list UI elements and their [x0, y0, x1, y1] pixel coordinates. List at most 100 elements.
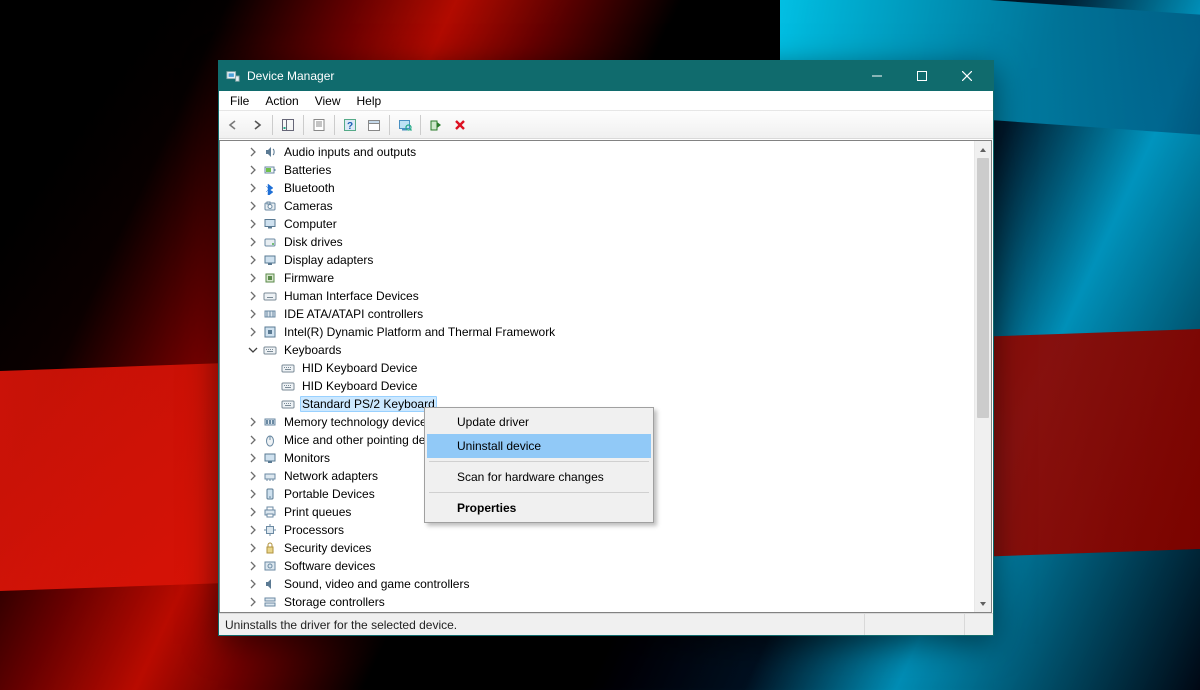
tree-node[interactable]: HID Keyboard Device — [224, 377, 991, 395]
tree-node[interactable]: Firmware — [224, 269, 991, 287]
back-button[interactable] — [222, 114, 244, 136]
properties-button[interactable] — [308, 114, 330, 136]
expander-closed-icon[interactable] — [246, 307, 260, 321]
tree-node-label: Print queues — [282, 505, 353, 519]
tree-node[interactable]: Sound, video and game controllers — [224, 575, 991, 593]
tree-node[interactable]: Storage controllers — [224, 593, 991, 611]
tree-node-label: Keyboards — [282, 343, 343, 357]
tree-node[interactable]: IDE ATA/ATAPI controllers — [224, 305, 991, 323]
expander-closed-icon[interactable] — [246, 487, 260, 501]
expander-closed-icon[interactable] — [246, 577, 260, 591]
statusbar: Uninstalls the driver for the selected d… — [219, 613, 993, 635]
tree-node-label: Portable Devices — [282, 487, 377, 501]
menu-help[interactable]: Help — [350, 93, 389, 109]
device-manager-window: Device Manager File Action View Help — [218, 60, 994, 636]
ctx-properties[interactable]: Properties — [427, 496, 651, 520]
uninstall-device-button[interactable] — [449, 114, 471, 136]
tree-node[interactable]: Batteries — [224, 161, 991, 179]
device-category-icon — [262, 216, 278, 232]
device-category-icon — [262, 594, 278, 610]
tree-node[interactable]: Security devices — [224, 539, 991, 557]
device-category-icon — [262, 162, 278, 178]
tree-node-label: HID Keyboard Device — [300, 361, 419, 375]
scroll-track[interactable] — [975, 158, 991, 595]
device-category-icon — [262, 540, 278, 556]
enable-device-button[interactable] — [425, 114, 447, 136]
ctx-uninstall-device[interactable]: Uninstall device — [427, 434, 651, 458]
status-text: Uninstalls the driver for the selected d… — [219, 614, 865, 635]
svg-text:?: ? — [347, 121, 353, 132]
tree-node-label: Software devices — [282, 559, 377, 573]
status-cell-2 — [865, 614, 965, 635]
forward-button[interactable] — [246, 114, 268, 136]
menu-action[interactable]: Action — [258, 93, 305, 109]
minimize-button[interactable] — [854, 61, 899, 91]
expander-closed-icon[interactable] — [246, 469, 260, 483]
tree-node-label: Network adapters — [282, 469, 380, 483]
tree-node[interactable]: Audio inputs and outputs — [224, 143, 991, 161]
expander-closed-icon[interactable] — [246, 253, 260, 267]
expander-closed-icon[interactable] — [246, 559, 260, 573]
expander-closed-icon[interactable] — [246, 451, 260, 465]
tree-node-label: Display adapters — [282, 253, 375, 267]
toolbar-separator — [389, 115, 390, 135]
menu-view[interactable]: View — [308, 93, 348, 109]
tree-node[interactable]: HID Keyboard Device — [224, 359, 991, 377]
menubar: File Action View Help — [219, 91, 993, 111]
tree-node-label: Cameras — [282, 199, 335, 213]
tree-node[interactable]: Keyboards — [224, 341, 991, 359]
expander-closed-icon[interactable] — [246, 181, 260, 195]
scroll-thumb[interactable] — [977, 158, 989, 418]
tree-node-label: Memory technology devices — [282, 415, 435, 429]
tree-node[interactable]: Intel(R) Dynamic Platform and Thermal Fr… — [224, 323, 991, 341]
toolbar-separator — [420, 115, 421, 135]
expander-closed-icon[interactable] — [246, 217, 260, 231]
expander-closed-icon[interactable] — [246, 325, 260, 339]
tree-node[interactable]: Cameras — [224, 197, 991, 215]
tree-node[interactable]: Processors — [224, 521, 991, 539]
ctx-separator — [429, 492, 649, 493]
expander-closed-icon[interactable] — [246, 433, 260, 447]
expander-open-icon[interactable] — [246, 343, 260, 357]
tree-node[interactable]: Human Interface Devices — [224, 287, 991, 305]
device-category-icon — [262, 414, 278, 430]
resize-grip[interactable] — [965, 614, 993, 635]
date-button[interactable] — [363, 114, 385, 136]
tree-node-label: Monitors — [282, 451, 332, 465]
scrollbar[interactable] — [974, 141, 991, 612]
expander-closed-icon[interactable] — [246, 271, 260, 285]
expander-closed-icon[interactable] — [246, 199, 260, 213]
tree-node-label: Security devices — [282, 541, 373, 555]
tree-node[interactable]: Computer — [224, 215, 991, 233]
scroll-down-arrow[interactable] — [975, 595, 992, 612]
scan-hardware-button[interactable] — [394, 114, 416, 136]
tree-node-label: Sound, video and game controllers — [282, 577, 471, 591]
menu-file[interactable]: File — [223, 93, 256, 109]
tree-node[interactable]: Display adapters — [224, 251, 991, 269]
tree-node[interactable]: Software devices — [224, 557, 991, 575]
expander-closed-icon[interactable] — [246, 595, 260, 609]
expander-closed-icon[interactable] — [246, 289, 260, 303]
device-tree: Audio inputs and outputsBatteriesBluetoo… — [219, 140, 992, 613]
maximize-button[interactable] — [899, 61, 944, 91]
help-button[interactable]: ? — [339, 114, 361, 136]
titlebar[interactable]: Device Manager — [219, 61, 993, 91]
ctx-update-driver[interactable]: Update driver — [427, 410, 651, 434]
tree-node-label: Processors — [282, 523, 346, 537]
expander-closed-icon[interactable] — [246, 541, 260, 555]
show-hide-tree-button[interactable] — [277, 114, 299, 136]
tree-node[interactable]: Disk drives — [224, 233, 991, 251]
close-button[interactable] — [944, 61, 989, 91]
expander-closed-icon[interactable] — [246, 415, 260, 429]
scroll-up-arrow[interactable] — [975, 141, 992, 158]
tree-node[interactable]: Bluetooth — [224, 179, 991, 197]
keyboard-icon — [280, 360, 296, 376]
expander-closed-icon[interactable] — [246, 145, 260, 159]
ctx-scan-hardware[interactable]: Scan for hardware changes — [427, 465, 651, 489]
device-category-icon — [262, 324, 278, 340]
expander-closed-icon[interactable] — [246, 163, 260, 177]
expander-closed-icon[interactable] — [246, 235, 260, 249]
expander-closed-icon[interactable] — [246, 505, 260, 519]
tree-node-label: Standard PS/2 Keyboard — [300, 396, 437, 412]
expander-closed-icon[interactable] — [246, 523, 260, 537]
